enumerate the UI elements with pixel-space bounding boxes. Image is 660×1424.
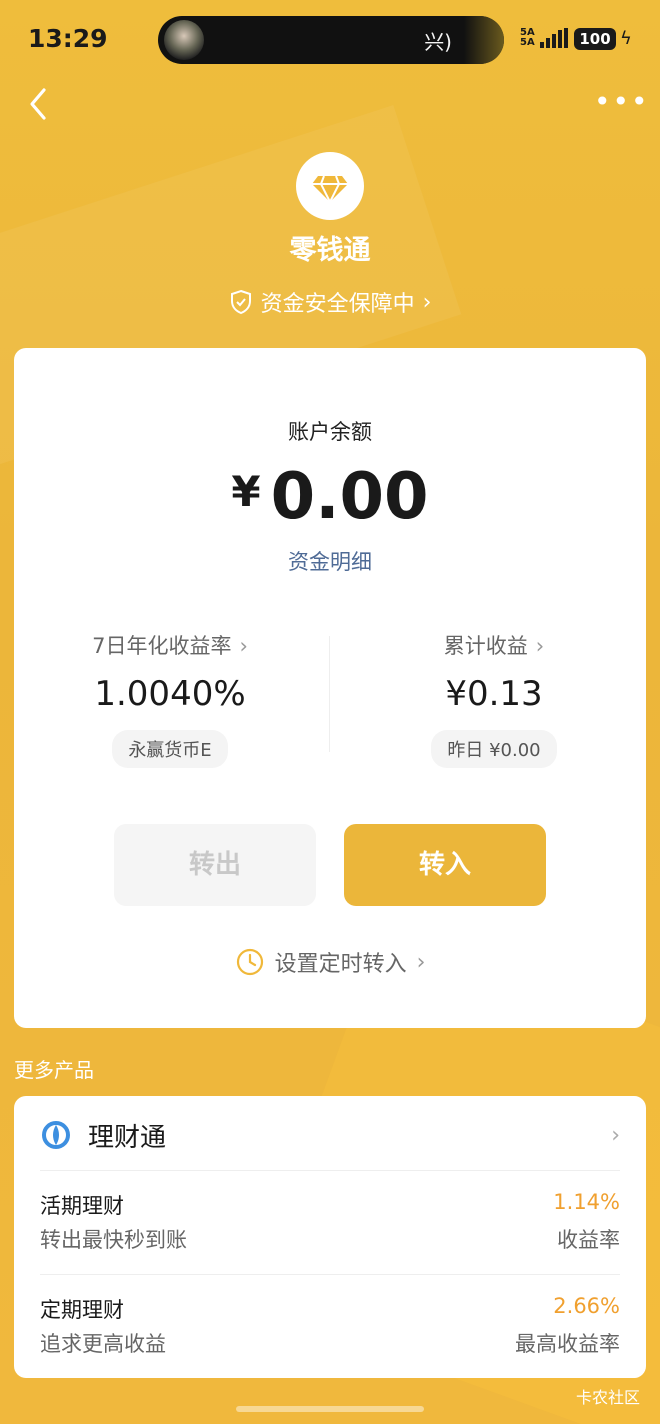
product-item-subtitle: 追求更高收益 — [40, 1332, 166, 1356]
more-icon[interactable]: ••• — [594, 88, 648, 116]
chevron-right-icon: › — [535, 634, 545, 658]
cumulative-stat[interactable]: 累计收益 › ¥0.13 昨日 ¥0.00 — [344, 630, 644, 768]
product-item-fixed[interactable]: 定期理财 追求更高收益 2.66% 最高收益率 — [40, 1294, 620, 1374]
product-item-rate-label: 收益率 — [557, 1228, 620, 1252]
signal-bars-icon — [540, 28, 568, 48]
page-title: 零钱通 — [289, 235, 371, 266]
product-item-rate: 1.14% — [553, 1190, 620, 1214]
licaitong-logo-icon — [42, 1121, 70, 1149]
yesterday-badge: 昨日 ¥0.00 — [431, 730, 557, 768]
product-item-title: 定期理财 — [40, 1298, 124, 1322]
product-item-title: 活期理财 — [40, 1194, 124, 1218]
cumulative-label: 累计收益 — [443, 634, 528, 658]
island-text: 兴) — [424, 30, 452, 54]
diamond-logo-icon — [296, 152, 364, 220]
product-card: 理财通 › 活期理财 转出最快秒到账 1.14% 收益率 定期理财 追求更高收益… — [14, 1096, 646, 1378]
clock-icon — [236, 948, 263, 976]
withdraw-button[interactable]: 转出 — [114, 824, 316, 906]
divider — [329, 636, 330, 752]
status-bar: 13:29 兴) 5A 5A 100 ϟ — [0, 0, 660, 80]
schedule-deposit-link[interactable]: 设置定时转入 › — [14, 946, 646, 978]
chevron-left-icon — [30, 88, 46, 120]
chevron-right-icon: › — [422, 289, 432, 315]
yield-stat[interactable]: 7日年化收益率 › 1.0040% 永赢货币E — [20, 630, 320, 768]
cumulative-value: ¥0.13 — [445, 674, 543, 714]
shield-icon — [230, 289, 251, 315]
divider — [40, 1274, 620, 1275]
product-item-rate-label: 最高收益率 — [515, 1332, 620, 1356]
deposit-button[interactable]: 转入 — [344, 824, 546, 906]
product-name: 理财通 — [88, 1122, 167, 1153]
safety-link[interactable]: 资金安全保障中 › — [0, 286, 660, 318]
currency-symbol: ¥ — [231, 467, 261, 516]
yield-label-row: 7日年化收益率 › — [20, 630, 320, 660]
avatar — [164, 20, 204, 60]
yield-value: 1.0040% — [94, 674, 246, 714]
battery-icon: 100 — [574, 28, 616, 50]
signal-label: 5A 5A — [520, 27, 535, 48]
chevron-right-icon: › — [611, 1122, 620, 1148]
balance-amount: ¥0.00 — [14, 460, 646, 534]
watermark: 卡农社区 — [575, 1388, 640, 1407]
product-item-rate: 2.66% — [553, 1294, 620, 1318]
fund-name-badge: 永赢货币E — [112, 730, 228, 768]
balance-value: 0.00 — [270, 460, 429, 534]
fund-detail-link[interactable]: 资金明细 — [14, 546, 646, 576]
section-title: 更多产品 — [14, 1058, 94, 1082]
balance-card: 账户余额 ¥0.00 资金明细 7日年化收益率 › 1.0040% 永赢货币E 累… — [14, 348, 646, 1028]
island-glow — [464, 16, 504, 64]
product-item-subtitle: 转出最快秒到账 — [40, 1228, 187, 1252]
chevron-right-icon: › — [416, 949, 426, 975]
safety-label: 资金安全保障中 — [260, 292, 415, 317]
balance-label: 账户余额 — [288, 420, 372, 444]
schedule-label: 设置定时转入 — [274, 952, 407, 977]
chevron-right-icon: › — [239, 634, 248, 658]
yield-label: 7日年化收益率 — [92, 634, 232, 658]
charging-icon: ϟ — [620, 28, 632, 49]
dynamic-island[interactable]: 兴) — [158, 16, 504, 64]
divider — [40, 1170, 620, 1171]
home-indicator[interactable] — [236, 1406, 424, 1412]
back-button[interactable] — [24, 84, 64, 124]
status-time: 13:29 — [28, 24, 108, 53]
product-header[interactable]: 理财通 › — [40, 1114, 620, 1156]
cumulative-label-row: 累计收益 › — [344, 630, 644, 660]
product-item-demand[interactable]: 活期理财 转出最快秒到账 1.14% 收益率 — [40, 1190, 620, 1270]
